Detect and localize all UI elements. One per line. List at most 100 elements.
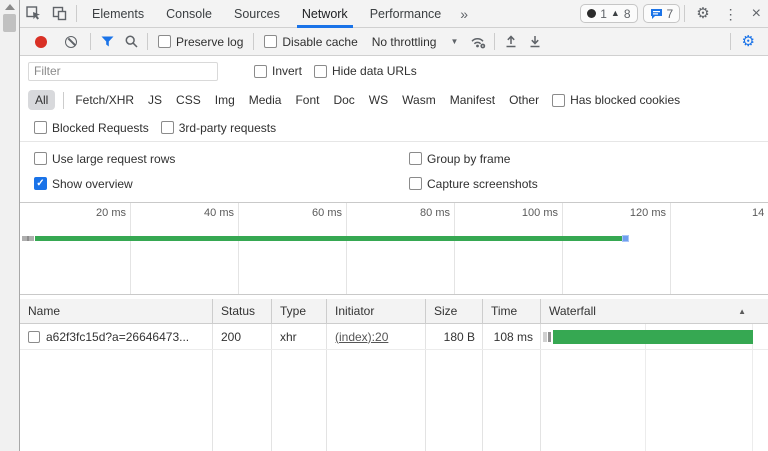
column-header-waterfall[interactable]: Waterfall ▲: [541, 299, 768, 323]
type-filter-wasm[interactable]: Wasm: [397, 90, 441, 110]
checkbox-icon: [34, 121, 47, 134]
initiator-link[interactable]: (index):20: [335, 330, 388, 344]
errors-warnings-badge[interactable]: 1 ▲ 8: [580, 4, 637, 23]
overview-bar-endcap: [622, 235, 629, 242]
divider: [63, 92, 64, 109]
inspect-element-icon[interactable]: [20, 1, 46, 27]
column-header-size[interactable]: Size: [426, 299, 483, 323]
type-filter-fetch-xhr[interactable]: Fetch/XHR: [70, 90, 139, 110]
use-large-rows-label: Use large request rows: [52, 152, 175, 166]
type-value: xhr: [280, 330, 297, 344]
filter-bar: Invert Hide data URLs: [20, 56, 768, 86]
use-large-rows-checkbox[interactable]: Use large request rows: [28, 152, 395, 166]
type-filter-img[interactable]: Img: [210, 90, 240, 110]
export-har-icon[interactable]: [523, 30, 547, 54]
empty-column: [272, 350, 327, 451]
divider: [76, 5, 77, 22]
import-har-icon[interactable]: [499, 30, 523, 54]
scrollbar-thumb[interactable]: [3, 14, 16, 32]
tick-label: 20 ms: [56, 207, 126, 219]
kebab-menu-icon[interactable]: ⋮: [717, 7, 745, 21]
network-settings-gear-icon[interactable]: ⚙: [735, 34, 762, 49]
device-toolbar-icon[interactable]: [46, 1, 72, 27]
has-blocked-cookies-checkbox[interactable]: Has blocked cookies: [546, 93, 686, 107]
divider: [730, 33, 731, 50]
checkbox-icon: [409, 152, 422, 165]
requests-table-header: Name Status Type Initiator Size Time Wat…: [20, 299, 768, 324]
tab-console[interactable]: Console: [155, 0, 223, 28]
blocked-requests-checkbox[interactable]: Blocked Requests: [28, 121, 155, 135]
empty-waterfall-column: [541, 350, 768, 451]
capture-screenshots-checkbox[interactable]: Capture screenshots: [403, 177, 544, 191]
page-scrollbar[interactable]: [0, 0, 19, 451]
type-filter-ws[interactable]: WS: [364, 90, 393, 110]
network-overview-timeline[interactable]: 20 ms 40 ms 60 ms 80 ms 100 ms 120 ms 14: [20, 202, 768, 295]
has-blocked-cookies-label: Has blocked cookies: [570, 93, 680, 107]
type-filter-js[interactable]: JS: [143, 90, 167, 110]
checkbox-icon: [314, 65, 327, 78]
warning-count: 8: [624, 7, 631, 21]
tab-label: Console: [166, 7, 212, 21]
clear-icon[interactable]: [65, 36, 77, 48]
checkbox-icon: [254, 65, 267, 78]
type-filter-doc[interactable]: Doc: [328, 90, 359, 110]
request-row[interactable]: a62f3fc15d?a=26646473... 200 xhr (index)…: [20, 324, 768, 350]
throttling-value: No throttling: [372, 35, 437, 49]
type-filter-css[interactable]: CSS: [171, 90, 206, 110]
invert-checkbox[interactable]: Invert: [248, 64, 308, 78]
throttling-dropdown[interactable]: No throttling ▼: [364, 35, 467, 49]
scrollbar-up-arrow-icon[interactable]: [5, 4, 15, 10]
tab-elements[interactable]: Elements: [81, 0, 155, 28]
cell-initiator: (index):20: [327, 324, 426, 349]
tab-performance[interactable]: Performance: [359, 0, 453, 28]
search-icon[interactable]: [119, 30, 143, 54]
column-header-name[interactable]: Name: [20, 299, 213, 323]
divider: [90, 33, 91, 50]
checkbox-icon: [34, 152, 47, 165]
requests-table-body: [20, 350, 768, 451]
issues-badge[interactable]: 7: [643, 4, 681, 23]
disable-cache-checkbox[interactable]: Disable cache: [258, 35, 363, 49]
settings-gear-icon[interactable]: ⚙: [689, 6, 716, 21]
waterfall-gridline: [752, 350, 753, 451]
size-value: 180 B: [444, 330, 475, 344]
type-filter-media[interactable]: Media: [244, 90, 287, 110]
column-header-initiator[interactable]: Initiator: [327, 299, 426, 323]
group-by-frame-label: Group by frame: [427, 152, 510, 166]
column-header-status[interactable]: Status: [213, 299, 272, 323]
empty-column: [327, 350, 426, 451]
close-icon[interactable]: ×: [745, 6, 768, 22]
row-checkbox[interactable]: [28, 331, 40, 343]
overview-gridline: [562, 203, 563, 294]
column-header-time[interactable]: Time: [483, 299, 541, 323]
type-filter-manifest[interactable]: Manifest: [445, 90, 500, 110]
capture-screenshots-label: Capture screenshots: [427, 177, 538, 191]
tick-label: 40 ms: [164, 207, 234, 219]
type-filter-other[interactable]: Other: [504, 90, 544, 110]
tab-label: Elements: [92, 7, 144, 21]
empty-column: [213, 350, 272, 451]
filter-input[interactable]: [28, 62, 218, 81]
show-overview-checkbox[interactable]: Show overview: [28, 177, 395, 191]
tab-sources[interactable]: Sources: [223, 0, 291, 28]
tab-network[interactable]: Network: [291, 0, 359, 28]
empty-column: [426, 350, 483, 451]
sort-ascending-icon[interactable]: ▲: [738, 307, 746, 316]
filter-funnel-icon[interactable]: [95, 30, 119, 54]
network-conditions-icon[interactable]: [466, 30, 490, 54]
type-filter-all[interactable]: All: [28, 90, 55, 110]
column-header-type[interactable]: Type: [272, 299, 327, 323]
cell-waterfall: [541, 324, 768, 349]
more-tabs-icon[interactable]: »: [452, 6, 476, 22]
type-filter-font[interactable]: Font: [290, 90, 324, 110]
record-button[interactable]: [35, 36, 47, 48]
devtools-panel: Elements Console Sources Network Perform…: [19, 0, 768, 451]
hide-data-urls-checkbox[interactable]: Hide data URLs: [308, 64, 423, 78]
preserve-log-checkbox[interactable]: Preserve log: [152, 35, 249, 49]
tab-label: Network: [302, 7, 348, 21]
issues-icon: [650, 8, 663, 20]
group-by-frame-checkbox[interactable]: Group by frame: [403, 152, 516, 166]
preserve-log-label: Preserve log: [176, 35, 243, 49]
third-party-requests-checkbox[interactable]: 3rd-party requests: [155, 121, 282, 135]
waterfall-stall-tick: [548, 332, 551, 342]
